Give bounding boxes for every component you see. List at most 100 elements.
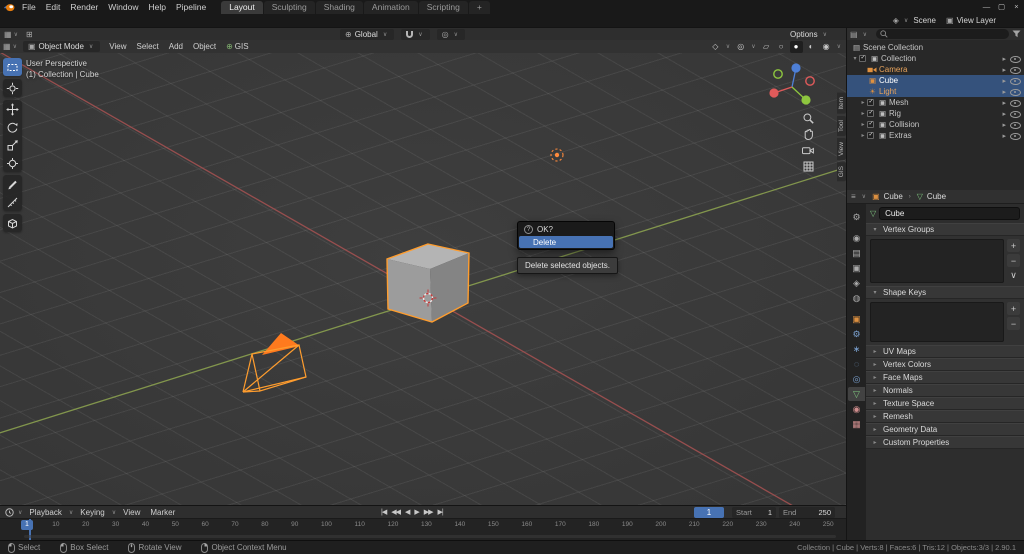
tab-modifiers[interactable]: ⚙ (848, 327, 865, 341)
close-button[interactable]: × (1009, 0, 1024, 14)
navigation-gizmo[interactable] (766, 57, 818, 111)
maximize-button[interactable]: ▢ (994, 0, 1009, 14)
jump-to-end-button[interactable]: ▶| (437, 508, 444, 516)
expand-arrow-icon[interactable]: ▾ (851, 55, 859, 62)
vertex-group-specials-button[interactable]: ∨ (1007, 269, 1020, 282)
editor-type-icon[interactable]: ▦ (4, 30, 12, 39)
collection-checkbox[interactable] (859, 55, 866, 62)
tool-rotate-button[interactable] (3, 118, 22, 136)
eye-icon[interactable] (1010, 99, 1020, 107)
menu-file[interactable]: File (17, 0, 41, 14)
outliner-row-camera[interactable]: Camera ▸ (847, 64, 1024, 75)
play-reverse-button[interactable]: ◀ (404, 508, 410, 516)
frame-end-field[interactable]: End250 (779, 507, 835, 518)
tab-object[interactable]: ▣ (848, 312, 865, 326)
eye-icon[interactable] (1010, 110, 1020, 118)
collection-checkbox[interactable] (867, 132, 874, 139)
add-vertex-group-button[interactable]: + (1007, 239, 1020, 252)
outliner-row-cube[interactable]: ▣ Cube ▸ (847, 75, 1024, 86)
transform-orientation-dropdown[interactable]: ⊕ Global ∨ (340, 29, 394, 40)
tool-box-select-button[interactable] (3, 58, 22, 76)
tool-move-button[interactable] (3, 100, 22, 118)
pan-hand-icon[interactable] (801, 127, 815, 141)
expand-arrow-icon[interactable]: ▸ (859, 99, 867, 106)
add-workspace-button[interactable]: + (469, 1, 490, 14)
panel-face-maps-header[interactable]: ▸Face Maps (866, 371, 1024, 384)
tab-object-data[interactable]: ▽ (848, 387, 865, 401)
current-frame-badge[interactable]: 1 (21, 520, 33, 530)
view-layer-selector[interactable]: ▣ View Layer (946, 16, 996, 25)
select-pointer-icon[interactable]: ▸ (1002, 55, 1006, 63)
filter-icon[interactable] (1012, 30, 1021, 38)
sidebar-tab-item[interactable]: Item (837, 93, 846, 114)
properties-editor-icon[interactable]: ≡ (851, 192, 856, 201)
eye-icon[interactable] (1010, 88, 1020, 96)
options-dropdown[interactable]: Options ∨ (785, 29, 834, 40)
select-pointer-icon[interactable]: ▸ (1002, 88, 1006, 96)
tool-add-cube-button[interactable] (3, 214, 22, 232)
tab-view-layer[interactable]: ▣ (848, 261, 865, 275)
workspace-tab-sculpting[interactable]: Sculpting (264, 1, 315, 14)
menu-view[interactable]: View (104, 42, 131, 51)
menu-object[interactable]: Object (188, 42, 221, 51)
clock-icon[interactable] (5, 508, 14, 517)
remove-vertex-group-button[interactable]: − (1007, 254, 1020, 267)
panel-geometry-data-header[interactable]: ▸Geometry Data (866, 423, 1024, 436)
menu-add[interactable]: Add (164, 42, 188, 51)
select-pointer-icon[interactable]: ▸ (1002, 66, 1006, 74)
panel-remesh-header[interactable]: ▸Remesh (866, 410, 1024, 423)
light-object[interactable] (551, 149, 563, 161)
tool-measure-button[interactable] (3, 193, 22, 211)
sidebar-tab-view[interactable]: View (837, 138, 846, 160)
panel-vertex-groups-header[interactable]: ▾ Vertex Groups (866, 223, 1024, 236)
remove-shape-key-button[interactable]: − (1007, 317, 1020, 330)
workspace-tab-scripting[interactable]: Scripting (419, 1, 468, 14)
breadcrumb-object[interactable]: Cube (884, 192, 903, 201)
shading-wireframe-button[interactable]: ○ (775, 41, 788, 53)
xray-toggle[interactable]: ▱ (760, 41, 773, 53)
sidebar-tab-tool[interactable]: Tool (837, 116, 846, 136)
select-pointer-icon[interactable]: ▸ (1002, 121, 1006, 129)
scene-selector[interactable]: ◈ ∨ Scene (893, 16, 936, 25)
3d-viewport[interactable]: User Perspective (1) Collection | Cube (0, 53, 846, 505)
panel-normals-header[interactable]: ▸Normals (866, 384, 1024, 397)
shading-rendered-button[interactable]: ◉ (820, 41, 833, 53)
prev-keyframe-button[interactable]: ◀◀ (390, 508, 401, 516)
select-pointer-icon[interactable]: ▸ (1002, 132, 1006, 140)
tab-material[interactable]: ◉ (848, 402, 865, 416)
tool-annotate-button[interactable] (3, 175, 22, 193)
menu-playback[interactable]: Playback (24, 508, 66, 517)
expand-arrow-icon[interactable]: ▸ (859, 132, 867, 139)
panel-texture-space-header[interactable]: ▸Texture Space (866, 397, 1024, 410)
workspace-tab-shading[interactable]: Shading (316, 1, 363, 14)
menu-window[interactable]: Window (103, 0, 143, 14)
outliner-row-collision[interactable]: ▸ ▣ Collision ▸ (847, 119, 1024, 130)
vertex-groups-list[interactable] (870, 239, 1004, 283)
delete-menu-item[interactable]: Delete (519, 236, 613, 248)
workspace-tab-layout[interactable]: Layout (221, 1, 263, 14)
outliner-row-extras[interactable]: ▸ ▣ Extras ▸ (847, 130, 1024, 141)
gizmos-toggle[interactable]: ◇ (709, 41, 722, 53)
active-tool-icon[interactable]: ⊞ (26, 30, 33, 39)
outliner-row-scene-collection[interactable]: ▤ Scene Collection (847, 42, 1024, 53)
tab-scene[interactable]: ◈ (848, 276, 865, 290)
shape-keys-list[interactable] (870, 302, 1004, 342)
tab-tool[interactable]: ⚙ (848, 210, 865, 224)
eye-icon[interactable] (1010, 66, 1020, 74)
menu-pipeline[interactable]: Pipeline (171, 0, 211, 14)
play-button[interactable]: ▶ (413, 508, 419, 516)
tab-particles[interactable]: ∗ (848, 342, 865, 356)
timeline-scrollbar[interactable] (24, 535, 836, 538)
workspace-tab-animation[interactable]: Animation (364, 1, 418, 14)
collection-checkbox[interactable] (867, 110, 874, 117)
sidebar-tab-gis[interactable]: GIS (837, 162, 846, 181)
tab-world[interactable]: ◍ (848, 291, 865, 305)
breadcrumb-data[interactable]: Cube (927, 192, 946, 201)
mode-dropdown[interactable]: ▣ Object Mode ∨ (23, 41, 100, 52)
collection-checkbox[interactable] (867, 121, 874, 128)
tab-render[interactable]: ◉ (848, 231, 865, 245)
zoom-icon[interactable] (801, 111, 815, 125)
frame-start-field[interactable]: Start1 (732, 507, 776, 518)
menu-render[interactable]: Render (65, 0, 103, 14)
panel-vertex-colors-header[interactable]: ▸Vertex Colors (866, 358, 1024, 371)
